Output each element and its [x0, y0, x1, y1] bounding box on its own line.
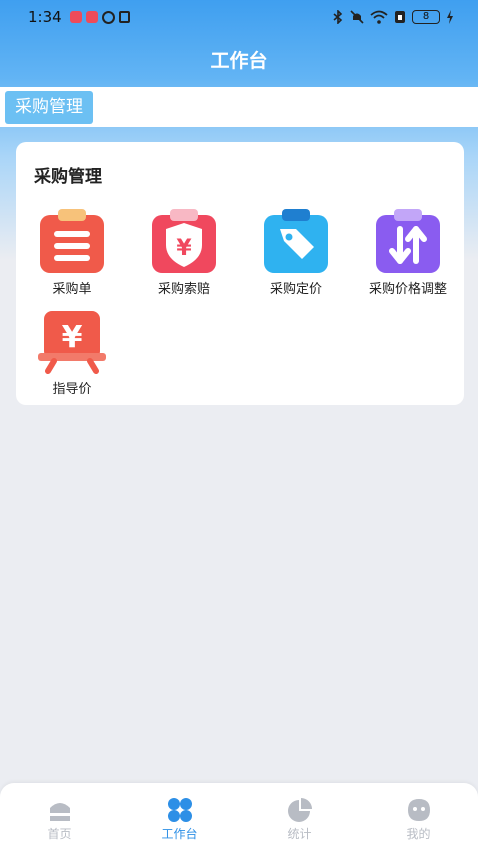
page-title: 工作台	[210, 50, 268, 72]
mute-icon	[350, 10, 364, 24]
grid-item-label: 采购索赔	[157, 282, 210, 297]
tab-purchase-management[interactable]: 采购管理	[5, 91, 93, 124]
sim-icon	[395, 11, 405, 23]
yen-shield-icon: ¥	[150, 207, 218, 275]
notification-icon	[85, 11, 98, 23]
home-icon	[49, 803, 70, 821]
profile-icon	[407, 799, 430, 821]
grid-item-purchase-order[interactable]: 采购单	[16, 207, 128, 297]
svg-text:¥: ¥	[62, 320, 83, 355]
bluetooth-icon	[333, 10, 343, 24]
nfc-icon	[118, 11, 130, 23]
workbench-icon	[167, 798, 192, 822]
grid-item-purchase-claim[interactable]: ¥ 采购索赔	[128, 207, 240, 297]
nav-item-profile[interactable]: 我的	[359, 797, 478, 841]
grid-item-label: 采购单	[52, 282, 92, 297]
nav-item-workbench[interactable]: 工作台	[120, 797, 239, 841]
bottom-navigation: 首页 工作台 统计 我的	[0, 783, 478, 850]
pie-chart-icon	[287, 798, 312, 822]
nav-label: 工作台	[161, 827, 198, 841]
speed-icon	[101, 10, 115, 24]
grid-item-label: 指导价	[52, 382, 92, 397]
nav-item-home[interactable]: 首页	[0, 797, 119, 841]
grid-item-price-adjustment[interactable]: 采购价格调整	[352, 207, 464, 297]
purchase-management-card: 采购管理 采购单 ¥ 采购索赔 采购定价 采购价格调整 ¥ 指导价	[16, 142, 464, 405]
status-time: 1:34	[28, 8, 62, 26]
grid-item-label: 采购定价	[269, 282, 322, 297]
charging-icon	[447, 10, 453, 24]
price-tag-icon	[262, 207, 330, 275]
battery-indicator: 8	[412, 10, 440, 24]
nav-label: 统计	[287, 827, 312, 841]
grid-item-purchase-pricing[interactable]: 采购定价	[240, 207, 352, 297]
grid-item-guide-price[interactable]: ¥ 指导价	[16, 307, 128, 397]
status-bar: 1:34 8	[0, 0, 478, 34]
nav-item-statistics[interactable]: 统计	[240, 797, 359, 841]
notification-icon	[69, 11, 82, 23]
arrows-updown-icon	[374, 207, 442, 275]
section-title: 采购管理	[34, 167, 102, 187]
wifi-icon	[370, 10, 388, 24]
clipboard-list-icon	[38, 207, 106, 275]
nav-label: 我的	[406, 827, 431, 841]
tab-strip: 采购管理	[0, 87, 478, 127]
nav-label: 首页	[47, 827, 72, 841]
svg-text:¥: ¥	[176, 236, 192, 261]
yen-board-icon: ¥	[38, 307, 106, 375]
grid-item-label: 采购价格调整	[368, 282, 447, 297]
